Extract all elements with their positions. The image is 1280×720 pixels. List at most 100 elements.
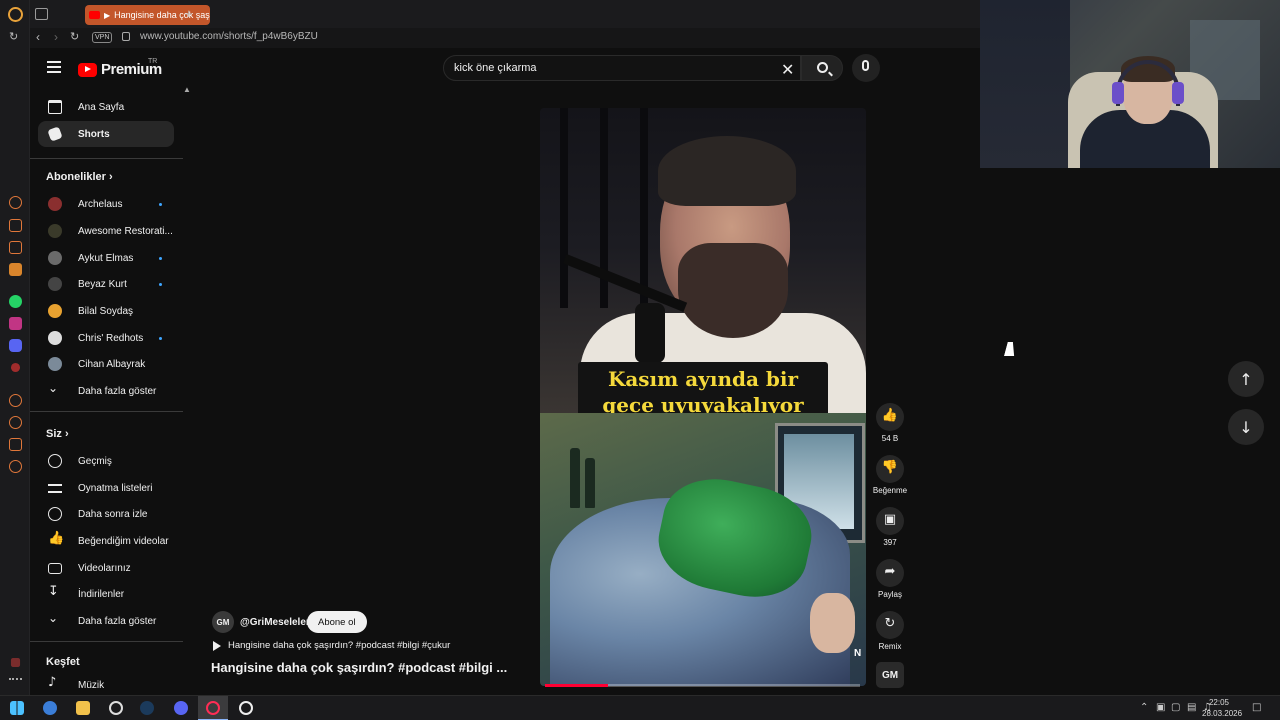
settings-icon[interactable] bbox=[9, 460, 22, 473]
tray-app-icon[interactable]: ▣ bbox=[1156, 702, 1165, 713]
instagram-icon[interactable] bbox=[9, 317, 22, 330]
show-more-label: Daha fazla göster bbox=[78, 386, 157, 397]
like-button[interactable]: 👍 bbox=[876, 403, 904, 431]
clear-search-icon[interactable]: ✕ bbox=[781, 60, 794, 80]
share-action[interactable]: ➦ Paylaş bbox=[875, 559, 905, 599]
sidebar-item-downloads[interactable]: ↧ İndirilenler bbox=[38, 581, 174, 607]
remix-icon: ↻ bbox=[884, 616, 896, 631]
sidebar-item-home[interactable]: Ana Sayfa bbox=[38, 94, 174, 120]
file-explorer-icon[interactable] bbox=[76, 701, 90, 715]
tray-chevron-icon[interactable]: ⌃ bbox=[1140, 702, 1148, 713]
new-tab-button[interactable]: + bbox=[185, 6, 193, 21]
explore-heading: Keşfet bbox=[46, 656, 80, 668]
video-title[interactable]: Hangisine daha çok şaşırdın? #podcast #b… bbox=[211, 660, 507, 675]
video-progress-bar[interactable] bbox=[545, 684, 860, 687]
comments-button[interactable]: ▣ bbox=[876, 507, 904, 535]
history-icon bbox=[48, 454, 62, 468]
search-box[interactable] bbox=[443, 55, 801, 81]
subscriptions-title: Abonelikler bbox=[46, 171, 106, 183]
sidebar-item-cihan-albayrak[interactable]: Cihan Albayrak bbox=[38, 351, 174, 377]
app-icon[interactable] bbox=[43, 701, 57, 715]
remix-button[interactable]: ↻ bbox=[876, 611, 904, 639]
sidebar-item-history[interactable]: Geçmiş bbox=[38, 448, 174, 474]
lock-icon[interactable] bbox=[122, 32, 130, 41]
search-button[interactable] bbox=[801, 55, 843, 81]
app-icon[interactable] bbox=[239, 701, 253, 715]
whatsapp-icon[interactable] bbox=[9, 295, 22, 308]
windows-start-icon[interactable] bbox=[10, 701, 24, 715]
sidebar-item-aykut-elmas[interactable]: Aykut Elmas bbox=[38, 245, 174, 271]
extensions-icon[interactable] bbox=[9, 438, 22, 451]
discord-icon[interactable] bbox=[9, 339, 22, 352]
url-text[interactable]: www.youtube.com/shorts/f_p4wB6yBZU bbox=[140, 31, 318, 42]
tab-list-icon[interactable] bbox=[35, 8, 48, 20]
next-short-button[interactable]: ↓ bbox=[1228, 409, 1264, 445]
bag-icon[interactable] bbox=[9, 219, 22, 232]
history-icon[interactable] bbox=[9, 196, 22, 209]
sidebar-item-shorts[interactable]: Shorts bbox=[38, 121, 174, 147]
speaker-icon[interactable]: ▶ bbox=[104, 11, 110, 20]
reload-icon[interactable]: ↻ bbox=[70, 30, 79, 43]
dislike-button[interactable]: 👎 bbox=[876, 455, 904, 483]
subscriptions-heading[interactable]: Abonelikler › bbox=[46, 171, 113, 183]
channel-name[interactable]: @GriMeseleler bbox=[240, 617, 310, 628]
more-icon[interactable] bbox=[9, 678, 22, 680]
my-videos-icon bbox=[48, 563, 62, 574]
remix-action[interactable]: ↻ Remix bbox=[875, 611, 905, 651]
previous-short-button[interactable]: ↑ bbox=[1228, 361, 1264, 397]
sidebar-item-chris-redhots[interactable]: Chris' Redhots bbox=[38, 325, 174, 351]
sidebar-item-bilal-soydas[interactable]: Bilal Soydaş bbox=[38, 298, 174, 324]
video-progress-fill bbox=[545, 684, 608, 687]
sidebar-item-watch-later[interactable]: Daha sonra izle bbox=[38, 501, 174, 527]
menu-icon[interactable] bbox=[47, 61, 61, 76]
sidebar-scroll-up-icon[interactable]: ▲ bbox=[183, 85, 191, 94]
opera-taskbar-button[interactable] bbox=[198, 696, 228, 720]
sidebar-item-awesome-restoration[interactable]: Awesome Restorati... bbox=[38, 218, 174, 244]
person-beard bbox=[678, 243, 788, 338]
player-icon[interactable] bbox=[9, 394, 22, 407]
avatar bbox=[48, 277, 62, 291]
comments-action[interactable]: ▣ 397 bbox=[875, 507, 905, 547]
voice-search-button[interactable] bbox=[852, 54, 880, 82]
clock-icon[interactable] bbox=[9, 416, 22, 429]
chevron-right-icon: › bbox=[64, 428, 69, 440]
avatar bbox=[48, 224, 62, 238]
m-app-icon[interactable] bbox=[9, 263, 22, 276]
network-icon[interactable]: ▤ bbox=[1187, 702, 1196, 713]
notification-icon[interactable]: □ bbox=[1252, 702, 1261, 713]
discord-icon[interactable] bbox=[174, 701, 188, 715]
divider bbox=[30, 641, 183, 642]
steam-icon[interactable] bbox=[140, 701, 154, 715]
gx-icon[interactable] bbox=[10, 657, 21, 668]
sidebar-item-my-videos[interactable]: Videolarınız bbox=[38, 555, 174, 581]
webcam-shelf bbox=[980, 0, 1070, 168]
sync-icon[interactable]: ↻ bbox=[9, 30, 18, 43]
forward-icon[interactable]: › bbox=[54, 30, 58, 44]
wallet-icon[interactable] bbox=[9, 241, 22, 254]
chevron-down-icon: ⌄ bbox=[48, 381, 59, 395]
show-more-subscriptions[interactable]: ⌄ Daha fazla göster bbox=[38, 378, 174, 404]
opera-logo-icon[interactable] bbox=[8, 7, 23, 22]
like-action[interactable]: 👍 54 B bbox=[875, 403, 905, 443]
share-button[interactable]: ➦ bbox=[876, 559, 904, 587]
subscribe-button[interactable]: Abone ol bbox=[307, 611, 367, 633]
sidebar-item-beyaz-kurt[interactable]: Beyaz Kurt bbox=[38, 271, 174, 297]
taskbar-clock[interactable]: 22:05 28.03.2026 bbox=[1202, 697, 1242, 719]
back-icon[interactable]: ‹ bbox=[36, 30, 40, 44]
you-heading[interactable]: Siz › bbox=[46, 428, 69, 440]
video-description[interactable]: Hangisine daha çok şaşırdın? #podcast #b… bbox=[213, 640, 450, 651]
search-input[interactable] bbox=[454, 62, 774, 74]
app-icon[interactable] bbox=[10, 362, 21, 373]
sidebar-item-archelaus[interactable]: Archelaus bbox=[38, 191, 174, 217]
channel-avatar[interactable]: GM bbox=[212, 611, 234, 633]
sidebar-item-playlists[interactable]: Oynatma listeleri bbox=[38, 475, 174, 501]
sidebar-item-liked-videos[interactable]: 👍 Beğendiğim videolar bbox=[38, 528, 174, 554]
shorts-video-player[interactable]: Kasım ayında bir gece uyuyakalıyor N bbox=[540, 108, 866, 686]
settings-icon[interactable] bbox=[109, 701, 123, 715]
channel-badge[interactable]: GM bbox=[876, 662, 904, 688]
show-more-you[interactable]: ⌄ Daha fazla göster bbox=[38, 608, 174, 634]
vpn-badge[interactable]: VPN bbox=[92, 32, 113, 43]
dislike-action[interactable]: 👎 Beğenme bbox=[870, 455, 910, 495]
tray-app-icon[interactable]: ▢ bbox=[1171, 702, 1180, 713]
tab-title: Hangisine daha çok şaşırdın? #podcast bbox=[114, 10, 210, 20]
